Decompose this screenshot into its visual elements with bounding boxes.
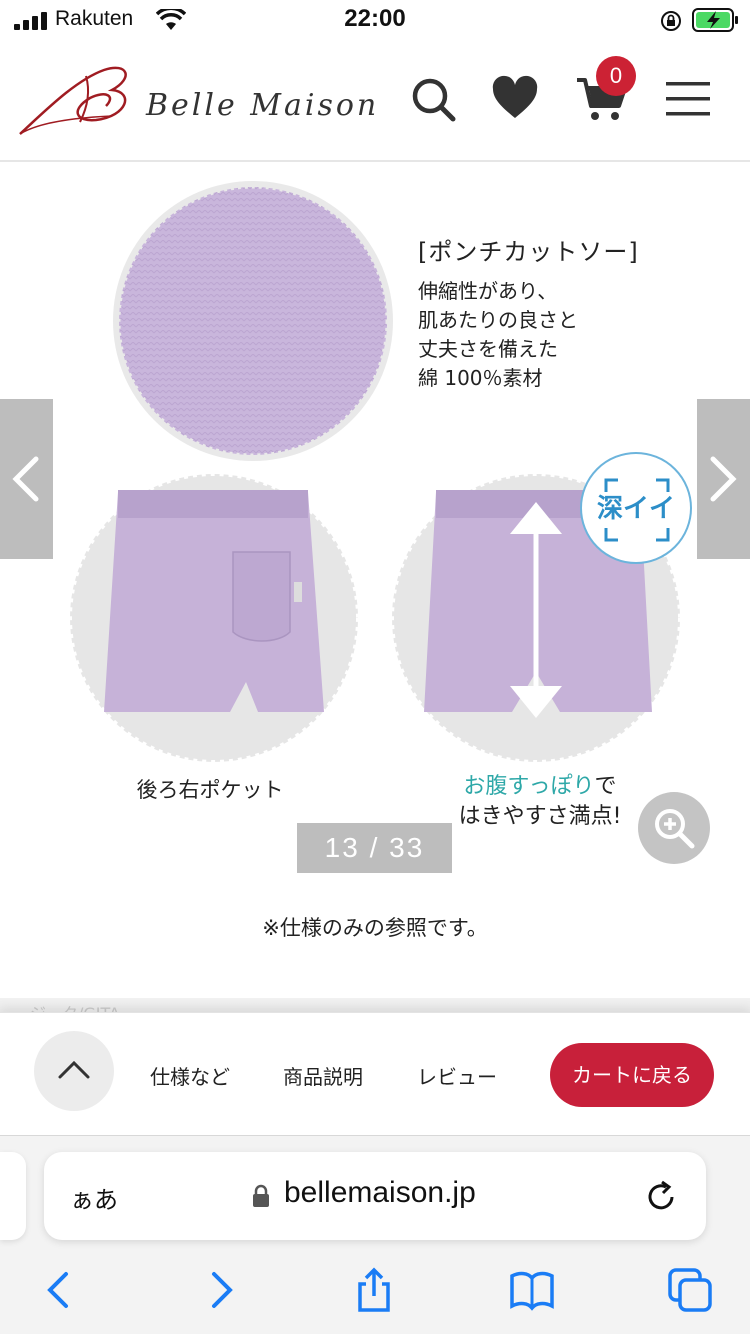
pants-back-detail-image: [68, 472, 360, 764]
cart-count-badge: 0: [596, 56, 636, 96]
caption-suffix: で: [594, 774, 617, 799]
caption-back-pocket: 後ろ右ポケット: [136, 778, 284, 802]
clock: 22:00: [344, 5, 406, 32]
site-header: Belle Maison 0: [0, 44, 750, 162]
bookmarks-icon[interactable]: [508, 1266, 556, 1314]
address-bar[interactable]: ぁあ bellemaison.jp: [44, 1152, 706, 1240]
url-text: bellemaison.jp: [284, 1176, 476, 1209]
next-image-button[interactable]: [697, 399, 750, 559]
feature-title: [ポンチカットソー]: [418, 238, 639, 266]
tab-review[interactable]: レビュー: [417, 1061, 497, 1090]
share-icon[interactable]: [350, 1266, 398, 1314]
zoom-in-icon: [655, 809, 695, 849]
prev-image-button[interactable]: [0, 399, 53, 559]
chevron-up-icon: [58, 1060, 90, 1079]
fabric-swatch-image: [113, 181, 393, 461]
product-image-gallery[interactable]: [ポンチカットソー] 伸縮性があり、 肌あたりの良さと 丈夫さを備えた 綿 10…: [0, 162, 750, 882]
badge-frame-icon: [604, 478, 670, 542]
scroll-top-button[interactable]: [34, 1031, 114, 1111]
previous-tab-peek[interactable]: [0, 1152, 26, 1240]
logo-b-mark: [19, 66, 127, 135]
reload-icon[interactable]: [644, 1180, 678, 1214]
tabs-icon[interactable]: [666, 1266, 714, 1314]
image-counter: 13 / 33: [297, 823, 452, 873]
caption-highlight: お腹すっぽり: [463, 774, 595, 799]
status-bar: Rakuten 22:00: [0, 0, 750, 44]
browser-toolbar: ぁあ bellemaison.jp: [0, 1136, 750, 1334]
feature-description: [ポンチカットソー] 伸縮性があり、 肌あたりの良さと 丈夫さを備えた 綿 10…: [418, 232, 738, 393]
deep-rise-badge: 深イイ: [580, 452, 692, 564]
zoom-button[interactable]: [638, 792, 710, 864]
back-icon[interactable]: [36, 1266, 84, 1314]
forward-icon[interactable]: [196, 1266, 244, 1314]
feature-text: 伸縮性があり、 肌あたりの良さと 丈夫さを備えた 綿 100％素材: [418, 279, 578, 390]
brand-name: Belle Maison: [146, 88, 380, 123]
caption-line2: はきやすさ満点!: [458, 804, 622, 829]
reader-options-button[interactable]: ぁあ: [70, 1180, 118, 1215]
caption-front: お腹すっぽりで はきやすさ満点!: [430, 772, 650, 832]
product-tab-bar: 仕様など 商品説明 レビュー カートに戻る: [0, 1012, 750, 1136]
hamburger-menu-icon[interactable]: [664, 74, 714, 124]
chevron-left-icon: [12, 456, 39, 502]
search-icon[interactable]: [408, 74, 458, 124]
battery-charging-icon: [692, 8, 738, 32]
chevron-right-icon: [710, 456, 737, 502]
spec-note: ※仕様のみの参照です。: [262, 916, 488, 940]
brand-logo[interactable]: Belle Maison: [16, 60, 386, 140]
tab-spec[interactable]: 仕様など: [150, 1061, 230, 1090]
rotation-lock-icon: [661, 11, 681, 31]
tab-description[interactable]: 商品説明: [283, 1061, 363, 1090]
lock-icon: [253, 1184, 269, 1207]
back-to-cart-button[interactable]: カートに戻る: [550, 1043, 714, 1107]
heart-icon[interactable]: [490, 74, 540, 124]
